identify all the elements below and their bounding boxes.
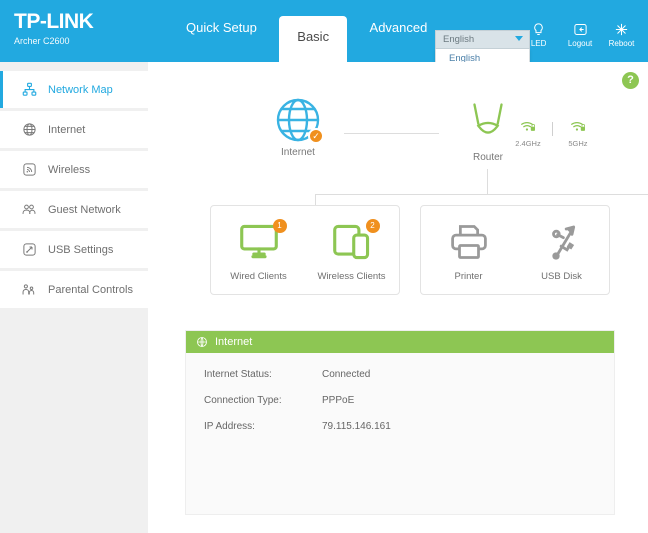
led-icon bbox=[520, 22, 557, 37]
active-indicator bbox=[0, 111, 3, 148]
peripherals-card: Printer USB Disk bbox=[420, 205, 610, 295]
wifi-divider bbox=[552, 122, 554, 136]
info-row: Connection Type: PPPoE bbox=[204, 395, 614, 406]
sidebar-label: Parental Controls bbox=[48, 283, 133, 296]
wireless-clients-label: Wireless Clients bbox=[317, 271, 386, 282]
reboot-label: Reboot bbox=[608, 39, 635, 48]
connection-type-label: Connection Type: bbox=[204, 395, 282, 406]
brand-logo: TP-LINK bbox=[14, 10, 94, 33]
device-model: Archer C2600 bbox=[14, 36, 70, 46]
sidebar-label: Network Map bbox=[48, 83, 113, 96]
sidebar: Network Map Internet Wireless Guest Netw… bbox=[0, 62, 148, 533]
wifi-5ghz[interactable]: 5GHz bbox=[558, 119, 598, 148]
logout-label: Logout bbox=[567, 39, 593, 48]
tab-quick-setup[interactable]: Quick Setup bbox=[168, 0, 275, 62]
logout-icon bbox=[562, 22, 599, 37]
main-nav: Quick Setup Basic Advanced bbox=[168, 0, 445, 62]
sidebar-label: Internet bbox=[48, 123, 86, 136]
sidebar-item-internet[interactable]: Internet bbox=[0, 111, 148, 148]
device-wired-clients[interactable]: 1 Wired Clients bbox=[211, 219, 306, 282]
wifi-24ghz[interactable]: 2.4GHz bbox=[508, 119, 548, 148]
connector-router-drop bbox=[487, 169, 488, 195]
internet-panel-body: Internet Status: Connected Connection Ty… bbox=[186, 353, 614, 432]
ip-address-label: IP Address: bbox=[204, 421, 255, 432]
info-row: Internet Status: Connected bbox=[204, 369, 614, 380]
internet-panel-header: Internet bbox=[186, 331, 614, 353]
connector-drop-left bbox=[315, 194, 316, 205]
connector-internet-router bbox=[344, 133, 439, 134]
header-actions: LED Logout Reboot bbox=[520, 22, 640, 49]
topology-node-internet[interactable]: ✓ Internet bbox=[258, 96, 338, 158]
active-indicator bbox=[0, 231, 3, 268]
tab-advanced[interactable]: Advanced bbox=[352, 0, 446, 62]
guest-network-icon bbox=[17, 202, 41, 217]
led-label: LED bbox=[530, 39, 547, 48]
active-indicator bbox=[0, 191, 3, 228]
internet-status-badge: ✓ bbox=[308, 128, 324, 144]
internet-info-panel: Internet Internet Status: Connected Conn… bbox=[185, 330, 615, 515]
connector-bracket bbox=[315, 194, 648, 195]
parental-controls-icon bbox=[17, 282, 41, 297]
wired-clients-badge: 1 bbox=[272, 219, 287, 233]
logout-button[interactable]: Logout bbox=[562, 22, 599, 49]
sidebar-label: Wireless bbox=[48, 163, 91, 176]
internet-node-label: Internet bbox=[281, 147, 315, 158]
wired-clients-icon: 1 bbox=[234, 219, 287, 265]
sidebar-label: USB Settings bbox=[48, 243, 114, 256]
device-usb-disk[interactable]: USB Disk bbox=[514, 223, 609, 282]
ip-address-value: 79.115.146.161 bbox=[322, 421, 391, 432]
network-map-icon bbox=[17, 82, 41, 97]
page-body: Network Map Internet Wireless Guest Netw… bbox=[0, 62, 648, 533]
wired-clients-label: Wired Clients bbox=[230, 271, 287, 282]
info-row: IP Address: 79.115.146.161 bbox=[204, 421, 614, 432]
sidebar-item-guest-network[interactable]: Guest Network bbox=[0, 191, 148, 228]
usb-disk-icon bbox=[537, 223, 587, 265]
active-indicator bbox=[0, 271, 3, 308]
network-topology: ✓ Internet Router 2.4GHz 5GHz 1 Wired Cl… bbox=[148, 84, 648, 329]
printer-label: Printer bbox=[454, 271, 483, 282]
printer-icon bbox=[444, 223, 494, 265]
internet-status-label: Internet Status: bbox=[204, 369, 272, 380]
router-node-label: Router bbox=[472, 152, 503, 163]
sidebar-item-network-map[interactable]: Network Map bbox=[0, 71, 148, 108]
globe-icon bbox=[17, 122, 41, 137]
internet-status-value: Connected bbox=[322, 369, 371, 380]
tab-basic[interactable]: Basic bbox=[279, 16, 348, 62]
wireless-clients-icon: 2 bbox=[327, 219, 380, 265]
active-indicator bbox=[0, 151, 3, 188]
reboot-button[interactable]: Reboot bbox=[603, 22, 640, 49]
reboot-icon bbox=[603, 22, 640, 37]
clients-card: 1 Wired Clients 2 Wireless Clients bbox=[210, 205, 400, 295]
main-content: ? ✓ Internet Router 2.4GHz 5GHz 1 Wired … bbox=[148, 62, 648, 533]
wifi-24ghz-label: 2.4GHz bbox=[515, 139, 541, 148]
device-wireless-clients[interactable]: 2 Wireless Clients bbox=[304, 219, 399, 282]
language-select-box[interactable]: English bbox=[435, 30, 530, 49]
sidebar-label: Guest Network bbox=[48, 203, 121, 216]
brand: TP-LINK Archer C2600 bbox=[14, 10, 94, 47]
wireless-signal-icon bbox=[17, 162, 41, 177]
connection-type-value: PPPoE bbox=[322, 395, 355, 406]
active-indicator bbox=[0, 71, 3, 108]
sidebar-item-parental-controls[interactable]: Parental Controls bbox=[0, 271, 148, 308]
wireless-clients-badge: 2 bbox=[365, 219, 380, 233]
usb-disk-label: USB Disk bbox=[541, 271, 582, 282]
usb-settings-icon bbox=[17, 242, 41, 257]
internet-globe-icon: ✓ bbox=[274, 96, 324, 144]
led-button[interactable]: LED bbox=[520, 22, 557, 49]
language-selected-value: English bbox=[443, 34, 475, 45]
internet-panel-title: Internet bbox=[215, 336, 253, 348]
device-printer[interactable]: Printer bbox=[421, 223, 516, 282]
sidebar-item-wireless[interactable]: Wireless bbox=[0, 151, 148, 188]
globe-icon bbox=[196, 336, 208, 348]
wifi-5ghz-label: 5GHz bbox=[568, 139, 588, 148]
sidebar-item-usb-settings[interactable]: USB Settings bbox=[0, 231, 148, 268]
app-header: TP-LINK Archer C2600 Quick Setup Basic A… bbox=[0, 0, 648, 70]
wifi-status-group: 2.4GHz 5GHz bbox=[508, 119, 603, 148]
